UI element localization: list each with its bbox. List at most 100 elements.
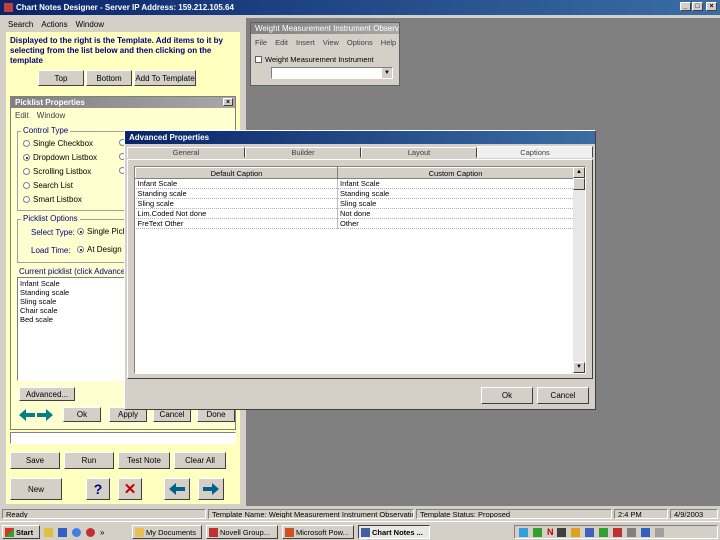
template-menu-options[interactable]: Options	[347, 38, 373, 47]
ok-button[interactable]: Ok	[63, 407, 101, 422]
tray-icon-1[interactable]	[519, 527, 528, 537]
browser-icon[interactable]	[72, 527, 81, 537]
properties-close-button[interactable]: ×	[223, 98, 233, 106]
table-row[interactable]: Standing scale Standing scale	[135, 188, 574, 199]
custom-caption-cell[interactable]: Other	[337, 218, 574, 229]
radio-search-list[interactable]: Search List	[23, 181, 73, 190]
status-bar: Ready Template Name: Weight Measurement …	[0, 507, 720, 521]
bottom-button[interactable]: Bottom	[86, 70, 132, 86]
status-ready: Ready	[2, 509, 206, 519]
tray-icon-7[interactable]	[612, 527, 622, 537]
template-menu-insert[interactable]: Insert	[296, 38, 315, 47]
media-icon[interactable]	[86, 527, 95, 537]
radio-at-design-time[interactable]: At Design T	[77, 245, 129, 254]
custom-caption-cell[interactable]: Not done	[337, 208, 574, 219]
custom-caption-cell[interactable]: Infant Scale	[337, 178, 574, 189]
dialog-ok-button[interactable]: Ok	[481, 387, 533, 404]
speaker-icon[interactable]	[654, 527, 664, 537]
template-menu-edit[interactable]: Edit	[275, 38, 288, 47]
scroll-up-arrow-icon[interactable]: ▲	[573, 167, 585, 178]
custom-caption-cell[interactable]: Sling scale	[337, 198, 574, 209]
properties-title-bar: Picklist Properties	[11, 97, 235, 108]
close-button[interactable]: ×	[706, 2, 717, 11]
radio-single-checkbox[interactable]: Single Checkbox	[23, 139, 93, 148]
template-title-bar: Weight Measurement Instrument Observatio…	[251, 23, 399, 34]
test-note-button[interactable]: Test Note	[118, 452, 170, 469]
template-menu-view[interactable]: View	[323, 38, 339, 47]
scroll-thumb[interactable]	[573, 178, 585, 190]
outlook-icon[interactable]	[44, 527, 53, 537]
load-time-label: Load Time:	[31, 246, 71, 255]
tray-icon-6[interactable]	[598, 527, 608, 537]
tray-icon-9[interactable]	[640, 527, 650, 537]
template-checkbox-label: Weight Measurement Instrument	[265, 55, 374, 64]
radio-dropdown-listbox[interactable]: Dropdown Listbox	[23, 153, 97, 162]
task-chart-notes[interactable]: Chart Notes ...	[358, 525, 430, 539]
advanced-button[interactable]: Advanced...	[19, 387, 75, 401]
menu-actions[interactable]: Actions	[41, 20, 67, 29]
dialog-cancel-button[interactable]: Cancel	[537, 387, 589, 404]
question-mark-icon: ?	[93, 481, 103, 497]
template-dropdown[interactable]: ▼	[271, 67, 393, 79]
more-chevron-icon[interactable]: »	[100, 528, 104, 537]
help-button[interactable]: ?	[86, 478, 110, 500]
checkbox-box	[255, 56, 262, 63]
radio-scrolling-listbox[interactable]: Scrolling Listbox	[23, 167, 91, 176]
folder-icon	[135, 527, 144, 537]
next-button[interactable]	[198, 478, 224, 500]
properties-menu-edit[interactable]: Edit	[15, 111, 29, 120]
properties-menu-window[interactable]: Window	[37, 111, 65, 120]
novell-n-icon[interactable]: N	[547, 527, 554, 537]
tray-icon-4[interactable]	[570, 527, 580, 537]
advanced-tabs: General Builder Layout Captions	[127, 146, 593, 159]
start-button[interactable]: Start	[2, 525, 40, 539]
status-template-name: Template Name: Weight Measurement Instru…	[208, 509, 414, 519]
taskbar: Start » My Documents Novell Group... Mic…	[0, 521, 720, 540]
table-row[interactable]: Lim.Coded Not done Not done	[135, 208, 574, 219]
task-microsoft-powerpoint[interactable]: Microsoft Pow...	[282, 525, 354, 539]
arrow-right-icon[interactable]	[37, 409, 53, 421]
table-row[interactable]: Infant Scale Infant Scale	[135, 178, 574, 189]
radio-single-pick[interactable]: Single Pick	[77, 227, 127, 236]
add-to-template-button[interactable]: Add To Template	[134, 70, 196, 86]
clear-all-button[interactable]: Clear All	[174, 452, 226, 469]
captions-grid[interactable]: Default Caption Custom Caption Infant Sc…	[134, 166, 586, 374]
table-row[interactable]: FreText Other Other	[135, 218, 574, 229]
template-menu-file[interactable]: File	[255, 38, 267, 47]
tab-captions[interactable]: Captions	[477, 146, 593, 158]
table-row[interactable]: Sling scale Sling scale	[135, 198, 574, 209]
previous-button[interactable]	[164, 478, 190, 500]
scroll-down-arrow-icon[interactable]: ▼	[573, 362, 585, 373]
custom-caption-cell[interactable]: Standing scale	[337, 188, 574, 199]
default-caption-cell: Sling scale	[135, 198, 338, 209]
tray-icon-3[interactable]	[556, 527, 566, 537]
template-menu-help[interactable]: Help	[381, 38, 396, 47]
arrow-left-icon[interactable]	[19, 409, 35, 421]
minimize-button[interactable]: _	[680, 2, 691, 11]
new-button[interactable]: New	[10, 478, 62, 500]
tray-icon-8[interactable]	[626, 527, 636, 537]
task-novell-group[interactable]: Novell Group...	[206, 525, 278, 539]
template-checkbox[interactable]: Weight Measurement Instrument	[255, 55, 374, 64]
column-default-caption[interactable]: Default Caption	[135, 167, 338, 179]
run-button[interactable]: Run	[64, 452, 114, 469]
tab-layout[interactable]: Layout	[361, 147, 477, 158]
save-button[interactable]: Save	[10, 452, 60, 469]
top-button[interactable]: Top	[38, 70, 84, 86]
tray-icon-2[interactable]	[533, 527, 542, 537]
radio-smart-listbox[interactable]: Smart Listbox	[23, 195, 82, 204]
chevron-down-icon[interactable]: ▼	[382, 68, 392, 78]
vertical-scrollbar[interactable]: ▲ ▼	[573, 167, 585, 373]
arrow-left-icon	[169, 483, 185, 495]
menu-window[interactable]: Window	[76, 20, 104, 29]
template-title: Weight Measurement Instrument Observatio…	[255, 24, 399, 33]
maximize-button[interactable]: □	[692, 2, 703, 11]
menu-search[interactable]: Search	[8, 20, 33, 29]
tab-builder[interactable]: Builder	[245, 147, 361, 158]
desktop-icon[interactable]	[58, 527, 67, 537]
task-my-documents[interactable]: My Documents	[132, 525, 202, 539]
column-custom-caption[interactable]: Custom Caption	[337, 167, 574, 179]
delete-button[interactable]: ✕	[118, 478, 142, 500]
tray-icon-5[interactable]	[584, 527, 594, 537]
tab-general[interactable]: General	[127, 147, 245, 158]
